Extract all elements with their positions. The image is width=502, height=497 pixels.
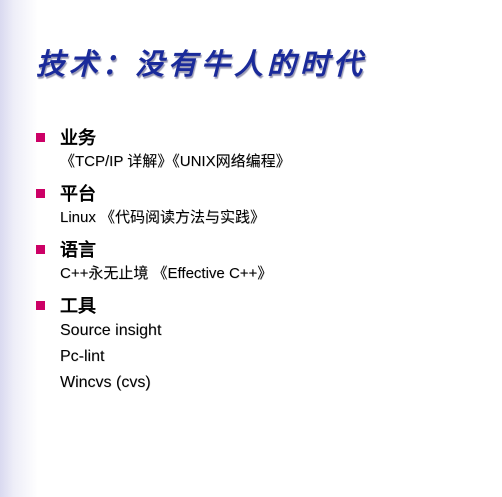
slide-title: 技术：没有牛人的时代 (36, 47, 367, 81)
section-heading: 工具 (60, 296, 96, 317)
square-bullet-icon (36, 188, 45, 198)
section-item: Wincvs (cvs) (60, 374, 151, 391)
section-item: Linux 《代码阅读方法与实践》 (60, 209, 266, 226)
section-tools: 工具 Source insight Pc-lint Wincvs (cvs) (36, 292, 291, 396)
section-heading-row: 平台 (36, 180, 291, 206)
section-platform: 平台 Linux 《代码阅读方法与实践》 (36, 180, 291, 230)
section-heading: 平台 (60, 184, 96, 205)
section-heading: 业务 (60, 128, 96, 149)
section-item: C++永无止境 《Effective C++》 (60, 265, 273, 282)
square-bullet-icon (36, 244, 45, 254)
section-item: Pc-lint (60, 348, 105, 365)
section-list: 业务 《TCP/IP 详解》《UNIX网络编程》 平台 Linux 《代码阅读方… (36, 124, 291, 402)
section-heading-row: 工具 (36, 292, 291, 318)
section-item: 《TCP/IP 详解》《UNIX网络编程》 (60, 153, 291, 170)
section-heading: 语言 (60, 240, 96, 261)
section-item: Source insight (60, 322, 162, 339)
section-heading-row: 语言 (36, 236, 291, 262)
square-bullet-icon (36, 132, 45, 142)
square-bullet-icon (36, 300, 45, 310)
section-heading-row: 业务 (36, 124, 291, 150)
section-language: 语言 C++永无止境 《Effective C++》 (36, 236, 291, 286)
section-business: 业务 《TCP/IP 详解》《UNIX网络编程》 (36, 124, 291, 174)
